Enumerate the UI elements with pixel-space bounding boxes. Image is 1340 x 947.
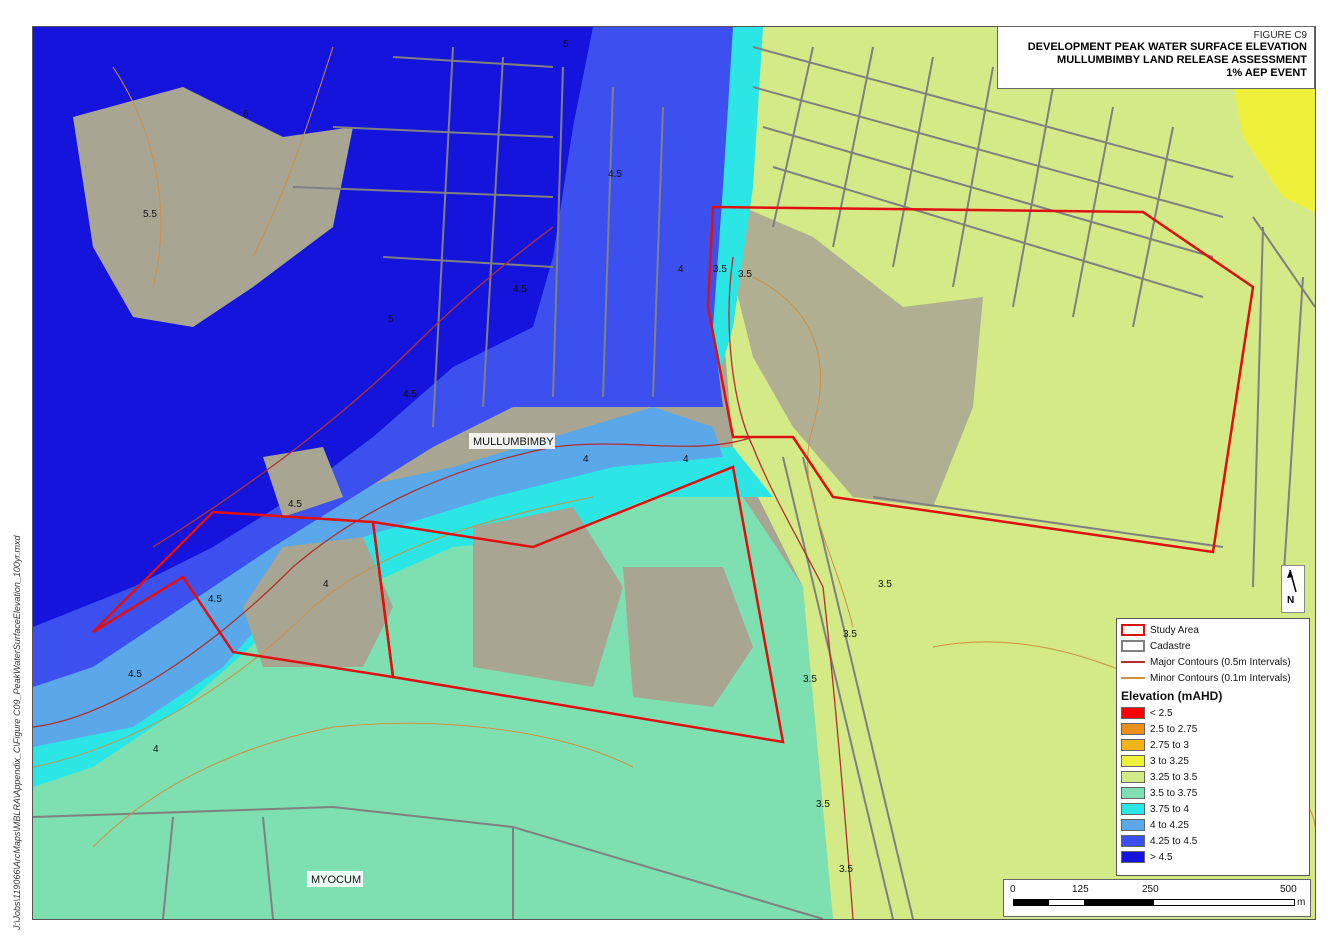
- contour-label: 4.5: [403, 389, 417, 400]
- contour-label: 4: [153, 744, 159, 755]
- class-swatch: [1121, 707, 1145, 719]
- legend-heading-elevation: Elevation (mAHD): [1121, 689, 1223, 703]
- class-swatch: [1121, 835, 1145, 847]
- class-swatch: [1121, 739, 1145, 751]
- legend-label: Cadastre: [1150, 640, 1191, 652]
- legend-class: 3.5 to 3.75: [1121, 785, 1305, 801]
- legend-class: 2.5 to 2.75: [1121, 721, 1305, 737]
- legend-label: 3 to 3.25: [1150, 755, 1189, 767]
- map-legend: Study Area Cadastre Major Contours (0.5m…: [1116, 618, 1310, 876]
- legend-label: 4 to 4.25: [1150, 819, 1189, 831]
- legend-label: < 2.5: [1150, 707, 1173, 719]
- legend-class: 3 to 3.25: [1121, 753, 1305, 769]
- legend-item-study-area: Study Area: [1121, 622, 1305, 638]
- contour-label: 4.5: [288, 499, 302, 510]
- class-swatch: [1121, 723, 1145, 735]
- legend-label: 2.5 to 2.75: [1150, 723, 1198, 735]
- scale-bar: 0 125 250 500 m: [1003, 879, 1311, 917]
- class-swatch: [1121, 819, 1145, 831]
- scale-bar-graphic: [1013, 899, 1295, 906]
- scale-label-500: 500: [1280, 884, 1297, 895]
- minor-contour-swatch: [1121, 672, 1145, 684]
- legend-class: 3.75 to 4: [1121, 801, 1305, 817]
- contour-label: 3.5: [803, 674, 817, 685]
- figure-number: FIGURE C9: [1253, 30, 1307, 41]
- legend-label: 4.25 to 4.5: [1150, 835, 1198, 847]
- contour-label: 4.5: [128, 669, 142, 680]
- legend-item-major-contours: Major Contours (0.5m Intervals): [1121, 654, 1305, 670]
- cadastre-swatch: [1121, 640, 1145, 652]
- legend-class: < 2.5: [1121, 705, 1305, 721]
- contour-label: 4.5: [208, 594, 222, 605]
- legend-class: 4 to 4.25: [1121, 817, 1305, 833]
- contour-label: 3.5: [878, 579, 892, 590]
- file-path-label: J:\Jobs\119066\ArcMaps\MBLRA\Appendix_C\…: [12, 535, 22, 930]
- scale-label-125: 125: [1072, 884, 1089, 895]
- north-label: N: [1287, 595, 1295, 606]
- contour-label: 4.5: [608, 169, 622, 180]
- contour-label: 3.5: [843, 629, 857, 640]
- legend-class: 3.25 to 3.5: [1121, 769, 1305, 785]
- study-area-swatch: [1121, 624, 1145, 636]
- legend-label: Major Contours (0.5m Intervals): [1150, 656, 1291, 668]
- legend-item-cadastre: Cadastre: [1121, 638, 1305, 654]
- contour-label: 6: [243, 109, 249, 120]
- contour-label: 3.5: [839, 864, 853, 875]
- legend-label: Minor Contours (0.1m Intervals): [1150, 672, 1291, 684]
- contour-label: 5.5: [143, 209, 157, 220]
- legend-class: > 4.5: [1121, 849, 1305, 865]
- class-swatch: [1121, 755, 1145, 767]
- contour-label: 4: [583, 454, 589, 465]
- class-swatch: [1121, 771, 1145, 783]
- north-arrow-icon: [1287, 569, 1297, 593]
- legend-label: Study Area: [1150, 624, 1199, 636]
- legend-label: > 4.5: [1150, 851, 1173, 863]
- legend-class: 2.75 to 3: [1121, 737, 1305, 753]
- major-contour-swatch: [1121, 656, 1145, 668]
- contour-label: 3.5: [816, 799, 830, 810]
- legend-class: 4.25 to 4.5: [1121, 833, 1305, 849]
- scale-label-250: 250: [1142, 884, 1159, 895]
- contour-label: 4: [683, 454, 689, 465]
- figure-title-line-1: DEVELOPMENT PEAK WATER SURFACE ELEVATION: [1027, 41, 1307, 53]
- class-swatch: [1121, 803, 1145, 815]
- figure-title-line-3: 1% AEP EVENT: [1226, 67, 1307, 79]
- legend-label: 3.5 to 3.75: [1150, 787, 1198, 799]
- legend-label: 2.75 to 3: [1150, 739, 1189, 751]
- legend-label: 3.75 to 4: [1150, 803, 1189, 815]
- contour-label: 4: [323, 579, 329, 590]
- contour-label: 4.5: [513, 284, 527, 295]
- place-label-myocum: MYOCUM: [311, 874, 361, 886]
- legend-item-minor-contours: Minor Contours (0.1m Intervals): [1121, 670, 1305, 686]
- class-swatch: [1121, 787, 1145, 799]
- contour-label: 5: [388, 314, 394, 325]
- figure-title-block: FIGURE C9 DEVELOPMENT PEAK WATER SURFACE…: [997, 26, 1315, 89]
- legend-label: 3.25 to 3.5: [1150, 771, 1198, 783]
- north-arrow: N: [1281, 565, 1305, 613]
- scale-unit: m: [1297, 897, 1306, 908]
- contour-label: 3.5: [713, 264, 727, 275]
- class-swatch: [1121, 851, 1145, 863]
- contour-label: 3.5: [738, 269, 752, 280]
- figure-title-line-2: MULLUMBIMBY LAND RELEASE ASSESSMENT: [1057, 54, 1307, 66]
- contour-label: 5: [563, 39, 569, 50]
- contour-label: 4: [678, 264, 684, 275]
- place-label-mullumbimby: MULLUMBIMBY: [473, 436, 554, 448]
- scale-label-0: 0: [1010, 884, 1016, 895]
